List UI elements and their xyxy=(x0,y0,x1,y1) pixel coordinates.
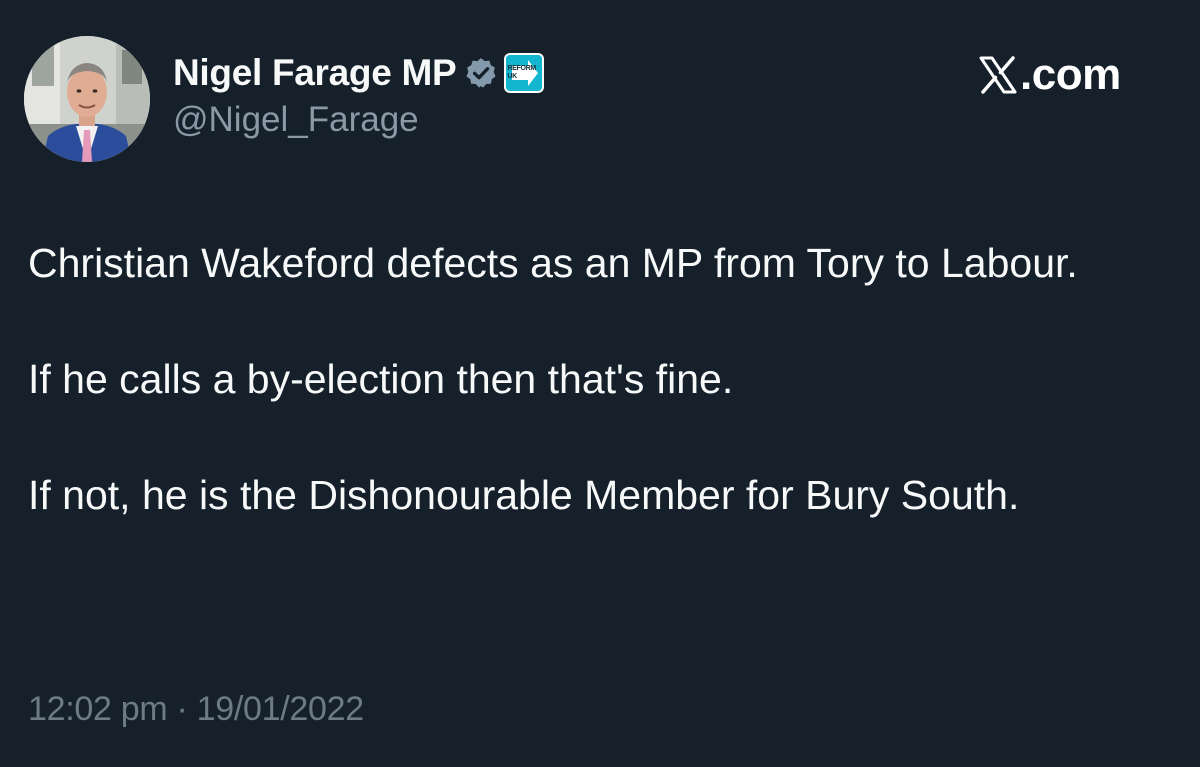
x-brand-label: .com xyxy=(1020,50,1121,99)
badge-text: REFORM UK xyxy=(507,65,536,80)
tweet-paragraph: If not, he is the Dishonourable Member f… xyxy=(28,472,1020,518)
author-name-row: Nigel Farage MP REFORM UK xyxy=(173,50,545,96)
tweet-card: Nigel Farage MP REFORM UK @Nigel_Farage … xyxy=(0,0,1200,767)
avatar[interactable] xyxy=(24,36,150,162)
tweet-paragraph: Christian Wakeford defects as an MP from… xyxy=(28,240,1078,286)
verified-badge-icon[interactable] xyxy=(464,56,498,90)
reform-uk-badge-icon[interactable]: REFORM UK xyxy=(504,53,545,93)
author-handle[interactable]: @Nigel_Farage xyxy=(173,100,419,140)
x-logo-icon xyxy=(978,55,1018,95)
x-brand: .com xyxy=(978,50,1121,100)
avatar-photo xyxy=(24,36,150,162)
tweet-text: Christian Wakeford defects as an MP from… xyxy=(28,234,1188,524)
tweet-timestamp[interactable]: 12:02 pm · 19/01/2022 xyxy=(28,690,364,729)
author-display-name[interactable]: Nigel Farage MP xyxy=(173,52,457,94)
tweet-paragraph: If he calls a by-election then that's fi… xyxy=(28,356,734,402)
